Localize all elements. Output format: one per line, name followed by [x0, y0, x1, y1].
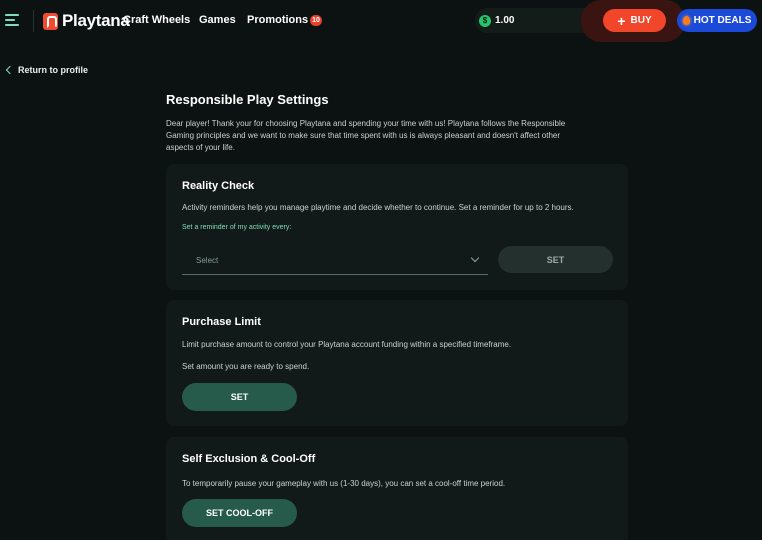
hot-deals-label: HOT DEALS: [693, 15, 752, 26]
page-title: Responsible Play Settings: [166, 92, 329, 107]
menu-icon[interactable]: [5, 13, 21, 27]
balance-selector[interactable]: $ 1.00: [475, 8, 597, 33]
purchase-limit-title: Purchase Limit: [182, 316, 261, 328]
nav-promotions-label: Promotions: [247, 14, 309, 26]
intro-text: Dear player! Thank your for choosing Pla…: [166, 118, 616, 154]
reminder-interval-select[interactable]: Select: [182, 248, 488, 275]
intro-line: Dear player! Thank your for choosing Pla…: [166, 119, 566, 128]
chevron-down-icon: [470, 253, 480, 263]
reality-check-description: Activity reminders help you manage playt…: [182, 203, 574, 212]
fire-icon: [682, 16, 690, 25]
reality-check-title: Reality Check: [182, 180, 255, 192]
set-purchase-limit-button[interactable]: SET: [182, 383, 297, 411]
select-placeholder: Select: [196, 256, 219, 265]
self-exclusion-title: Self Exclusion & Cool-Off: [182, 453, 316, 465]
brand-name: Playtana: [62, 11, 130, 30]
nav-promotions[interactable]: Promotions 10: [247, 14, 322, 26]
self-exclusion-card: Self Exclusion & Cool-Off To temporarily…: [166, 437, 628, 540]
nav-games[interactable]: Games: [199, 14, 236, 26]
purchase-limit-description: Limit purchase amount to control your Pl…: [182, 340, 512, 349]
intro-line: aspects of your life.: [166, 143, 235, 152]
reminder-hint: Set a reminder of my activity every:: [182, 224, 292, 231]
reality-check-card: Reality Check Activity reminders help yo…: [166, 164, 628, 290]
purchase-limit-subtext: Set amount you are ready to spend.: [182, 362, 310, 371]
purchase-limit-card: Purchase Limit Limit purchase amount to …: [166, 300, 628, 426]
set-cool-off-button[interactable]: SET COOL-OFF: [182, 499, 297, 527]
header-divider: [33, 10, 34, 32]
chevron-left-icon: [5, 65, 15, 75]
logo[interactable]: Playtana: [43, 11, 130, 31]
set-reminder-button[interactable]: SET: [498, 246, 613, 273]
buy-button[interactable]: + BUY: [603, 9, 666, 32]
return-to-profile-link[interactable]: Return to profile: [4, 65, 88, 75]
self-exclusion-description: To temporarily pause your gameplay with …: [182, 479, 506, 488]
top-bar: Playtana Craft Wheels Games Promotions 10…: [0, 0, 762, 42]
promotions-count-badge: 10: [310, 15, 322, 26]
nav-craft-wheels[interactable]: Craft Wheels: [123, 14, 190, 26]
logo-icon: [43, 12, 58, 30]
plus-icon: +: [617, 12, 626, 29]
hot-deals-button[interactable]: HOT DEALS: [677, 9, 757, 32]
balance-amount: 1.00: [495, 15, 515, 26]
return-to-profile-label: Return to profile: [18, 65, 88, 75]
coin-icon: $: [479, 14, 491, 27]
intro-line: Gaming principles and we want to make su…: [166, 131, 561, 140]
buy-button-label: BUY: [630, 15, 652, 26]
